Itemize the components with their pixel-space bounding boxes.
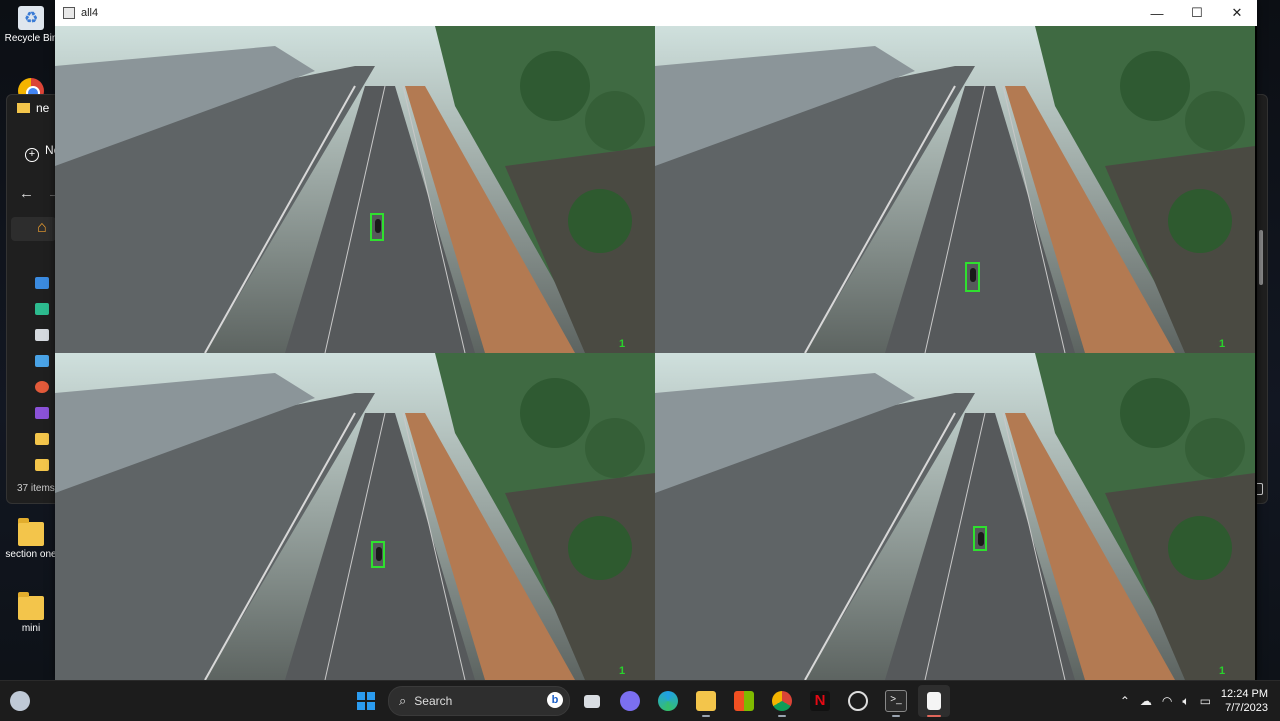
close-button[interactable]: ✕ — [1217, 0, 1257, 26]
camera-feed-1: 1 — [55, 26, 655, 353]
video-window: all4 — ☐ ✕ 1 1 1 1 — [55, 0, 1257, 680]
explorer-tab[interactable]: ne — [17, 101, 49, 115]
item-count: 37 items — [17, 483, 55, 494]
minimize-button[interactable]: — — [1137, 0, 1177, 26]
store-button[interactable] — [728, 685, 760, 717]
folder-icon — [17, 103, 30, 113]
chevron-up-icon[interactable]: ⌃ — [1120, 694, 1130, 708]
recycle-bin-label: Recycle Bin — [4, 33, 58, 44]
explorer-scrollbar[interactable] — [1259, 230, 1263, 285]
home-nav-item[interactable] — [11, 217, 56, 241]
music-nav-icon[interactable] — [35, 381, 49, 393]
folder-nav-icon-2[interactable] — [35, 459, 49, 471]
road-scene — [655, 26, 1255, 353]
folder-icon — [18, 518, 44, 546]
mini-label: mini — [21, 623, 41, 634]
clock-time: 12:24 PM — [1220, 688, 1268, 700]
store-icon — [734, 691, 754, 711]
detection-box — [965, 262, 980, 292]
taskbar: ⌕ Search b N >_ ⌃ ☁ ◠ 🔈︎ ▭ 12:24 PM 7/7/… — [0, 680, 1280, 721]
terminal-icon: >_ — [885, 690, 907, 712]
volume-icon[interactable]: 🔈︎ — [1182, 694, 1189, 709]
road-scene — [655, 353, 1255, 680]
edge-button[interactable] — [652, 685, 684, 717]
chrome-icon — [772, 691, 792, 711]
start-button[interactable] — [350, 685, 382, 717]
app-button[interactable] — [842, 685, 874, 717]
windows-start-icon — [357, 692, 375, 710]
recycle-bin-image — [18, 6, 44, 30]
notepad-icon — [927, 692, 941, 710]
folder-nav-icon[interactable] — [35, 433, 49, 445]
detection-count: 1 — [1219, 665, 1226, 677]
recycle-bin-icon[interactable]: Recycle Bin — [0, 6, 62, 44]
terminal-button[interactable]: >_ — [880, 685, 912, 717]
netflix-button[interactable]: N — [804, 685, 836, 717]
road-scene — [55, 353, 655, 680]
detection-box — [371, 541, 385, 568]
camera-feed-3: 1 — [55, 353, 655, 680]
onedrive-icon[interactable]: ☁ — [1140, 694, 1152, 708]
mini-folder[interactable]: mini — [0, 592, 62, 634]
notepad-button[interactable] — [918, 685, 950, 717]
app-icon — [848, 691, 868, 711]
edge-icon — [658, 691, 678, 711]
file-explorer-button[interactable] — [690, 685, 722, 717]
running-indicator — [702, 715, 710, 717]
plus-icon: + — [25, 148, 39, 162]
camera-feed-4: 1 — [655, 353, 1255, 680]
chat-button[interactable] — [614, 685, 646, 717]
detection-count: 1 — [619, 338, 626, 350]
window-titlebar[interactable]: all4 — ☐ ✕ — [55, 0, 1257, 26]
downloads-nav-icon[interactable] — [35, 303, 49, 315]
search-icon: ⌕ — [399, 693, 407, 708]
folder-icon — [18, 592, 44, 620]
pictures-nav-icon[interactable] — [35, 355, 49, 367]
battery-icon[interactable]: ▭ — [1200, 694, 1211, 708]
section-one-folder[interactable]: section one — [0, 518, 62, 560]
chrome-button[interactable] — [766, 685, 798, 717]
taskbar-search[interactable]: ⌕ Search b — [388, 686, 570, 716]
bing-icon[interactable]: b — [547, 692, 563, 708]
app-window-icon — [63, 7, 75, 19]
search-placeholder: Search — [414, 694, 453, 708]
video-grid: 1 1 1 1 — [55, 26, 1255, 680]
running-indicator — [927, 715, 941, 717]
detection-box — [973, 526, 987, 551]
documents-nav-icon[interactable] — [35, 329, 49, 341]
explorer-tab-label: ne — [36, 101, 50, 115]
clock-date: 7/7/2023 — [1225, 702, 1268, 714]
task-view-button[interactable] — [576, 685, 608, 717]
wifi-icon[interactable]: ◠ — [1162, 694, 1172, 708]
running-indicator — [778, 715, 786, 717]
desktop-nav-icon[interactable] — [35, 277, 49, 289]
camera-feed-2: 1 — [655, 26, 1255, 353]
videos-nav-icon[interactable] — [35, 407, 49, 419]
weather-icon[interactable] — [10, 691, 30, 711]
back-arrow-icon[interactable]: ← — [19, 185, 34, 202]
chat-icon — [620, 691, 640, 711]
running-indicator — [892, 715, 900, 717]
detection-count: 1 — [619, 665, 626, 677]
file-explorer-icon — [696, 691, 716, 711]
maximize-button[interactable]: ☐ — [1177, 0, 1217, 26]
window-title: all4 — [81, 7, 99, 19]
detection-box — [370, 213, 384, 241]
section-one-label: section one — [5, 549, 57, 560]
road-scene — [55, 26, 655, 353]
task-view-icon — [584, 694, 600, 708]
netflix-icon: N — [810, 691, 830, 711]
clock[interactable]: 12:24 PM 7/7/2023 — [1221, 687, 1268, 715]
detection-count: 1 — [1219, 338, 1226, 350]
